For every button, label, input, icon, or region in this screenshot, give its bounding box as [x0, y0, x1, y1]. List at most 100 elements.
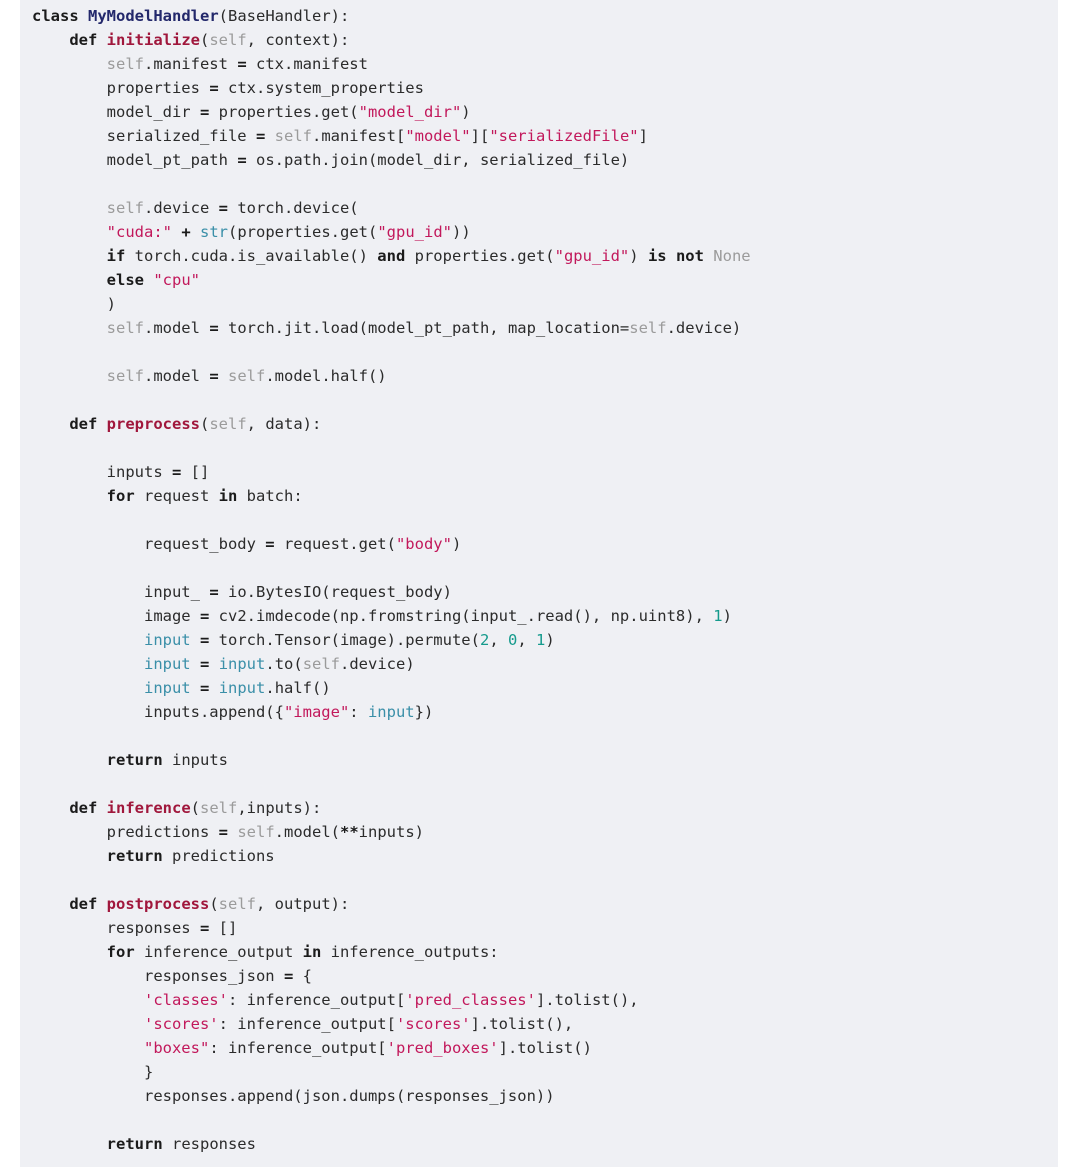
token-self: self [200, 799, 238, 817]
token-self: self [209, 415, 247, 433]
code-line: 'classes': inference_output['pred_classe… [20, 988, 1058, 1012]
token-plain: io.BytesIO(request_body) [218, 583, 452, 601]
token-plain: , output): [256, 895, 350, 913]
code-line: input = input.to(self.device) [20, 652, 1058, 676]
token-self: self [106, 199, 144, 217]
token-plain: model_dir [32, 103, 200, 121]
token-plain: inputs.append({ [32, 703, 284, 721]
token-op-b: = [209, 583, 219, 601]
code-line: inputs = [] [20, 460, 1058, 484]
token-plain: serialized_file [32, 127, 256, 145]
token-plain: .device) [666, 319, 742, 337]
token-builtin: input [143, 631, 191, 649]
token-plain: torch.device( [227, 199, 359, 217]
token-str: 'classes' [143, 991, 228, 1009]
token-plain: , data): [246, 415, 322, 433]
token-plain: input_ [32, 583, 210, 601]
token-str: "serializedFile" [489, 127, 639, 145]
token-plain: inference_output [134, 943, 303, 961]
token-plain: : [349, 703, 368, 721]
code-line: def initialize(self, context): [20, 28, 1058, 52]
token-plain: ].tolist(), [535, 991, 639, 1009]
token-op-b: + [181, 223, 191, 241]
code-line: input = input.half() [20, 676, 1058, 700]
code-content[interactable]: class MyModelHandler(BaseHandler): def i… [20, 4, 1058, 1156]
token-plain: .model.half() [265, 367, 387, 385]
token-plain: )) [451, 223, 471, 241]
code-block[interactable]: class MyModelHandler(BaseHandler): def i… [20, 0, 1058, 1167]
token-plain: ( [200, 31, 210, 49]
token-op-b: = [237, 151, 247, 169]
code-line: self.device = torch.device( [20, 196, 1058, 220]
token-plain: ctx.system_properties [218, 79, 424, 97]
token-plain: predictions [32, 823, 219, 841]
token-plain: ].tolist(), [470, 1015, 574, 1033]
code-line: for inference_output in inference_output… [20, 940, 1058, 964]
code-line: responses = [] [20, 916, 1058, 940]
token-self: self [209, 31, 247, 49]
token-self: self [629, 319, 667, 337]
code-line: self.model = torch.jit.load(model_pt_pat… [20, 316, 1058, 340]
token-str: "cpu" [153, 271, 200, 289]
token-plain: .manifest[ [311, 127, 406, 145]
token-op-b: = [209, 367, 219, 385]
token-kw: and [377, 247, 406, 265]
token-op-b: = [218, 823, 228, 841]
token-plain: [] [181, 463, 210, 481]
code-line: serialized_file = self.manifest["model"]… [20, 124, 1058, 148]
token-kw: for [106, 487, 135, 505]
token-plain: model_pt_path [32, 151, 238, 169]
token-num: 1 [713, 607, 723, 625]
token-builtin: str [200, 223, 229, 241]
token-def: def [69, 895, 98, 913]
token-plain: ) [461, 103, 471, 121]
code-line: predictions = self.model(**inputs) [20, 820, 1058, 844]
token-def: def [69, 799, 98, 817]
code-line: def inference(self,inputs): [20, 796, 1058, 820]
code-line: model_dir = properties.get("model_dir") [20, 100, 1058, 124]
token-plain: } [32, 1063, 154, 1081]
token-plain: os.path.join(model_dir, serialized_file) [246, 151, 630, 169]
token-plain: torch.Tensor(image).permute( [209, 631, 480, 649]
token-plain: ( [190, 799, 201, 817]
token-self: self [106, 319, 144, 337]
code-line: input = torch.Tensor(image).permute(2, 0… [20, 628, 1058, 652]
token-plain: : inference_output[ [227, 991, 406, 1009]
token-num: 0 [507, 631, 518, 649]
token-none: None [713, 247, 751, 265]
token-op-b: = [171, 463, 182, 481]
token-plain: (properties.get( [228, 223, 378, 241]
token-plain: ) [722, 607, 732, 625]
code-line: if torch.cuda.is_available() and propert… [20, 244, 1058, 268]
token-self: self [302, 655, 341, 673]
code-line: responses.append(json.dumps(responses_js… [20, 1084, 1058, 1108]
code-line: "boxes": inference_output['pred_boxes'].… [20, 1036, 1058, 1060]
token-def: def [69, 31, 98, 49]
token-kw: in [218, 487, 238, 505]
token-op-b: = [209, 319, 219, 337]
token-self: self [218, 895, 256, 913]
token-str: "gpu_id" [377, 223, 452, 241]
token-builtin: input [218, 655, 266, 673]
token-op-b: = [218, 199, 228, 217]
token-kw: not [675, 247, 704, 265]
